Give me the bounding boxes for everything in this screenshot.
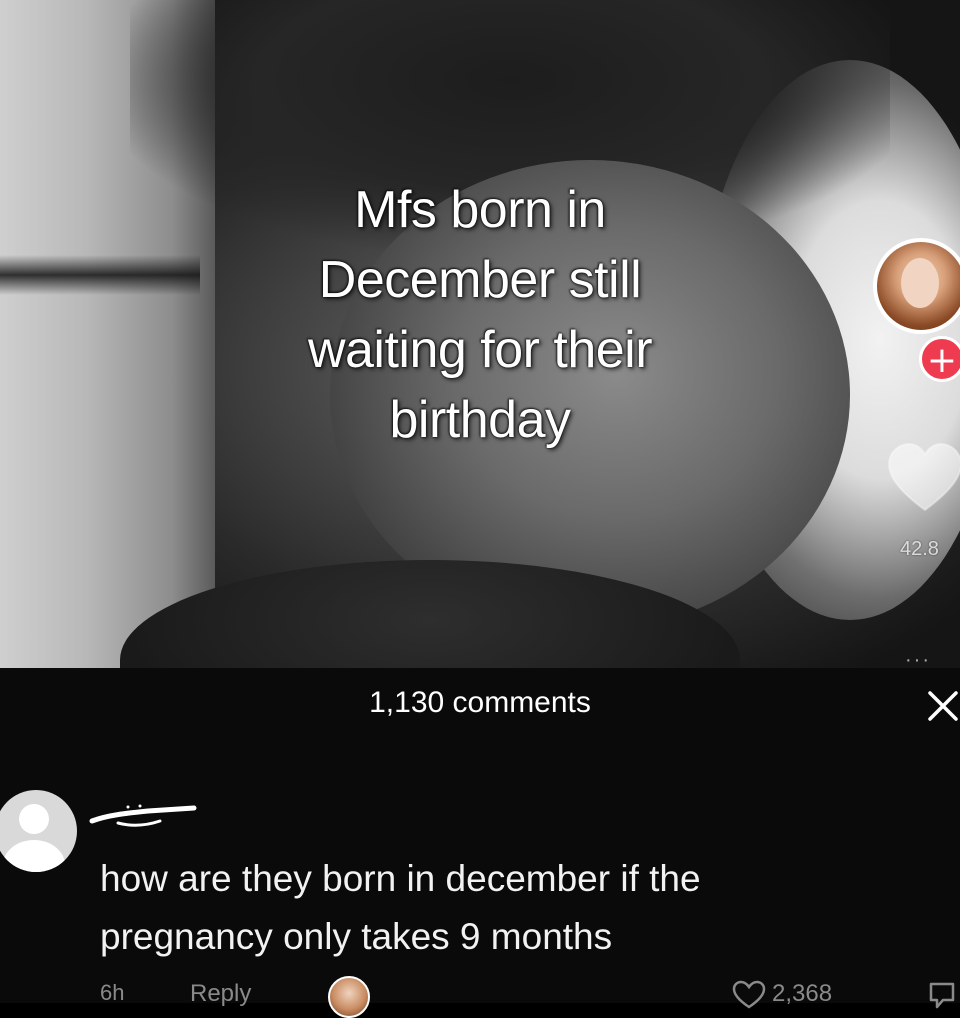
- reply-button[interactable]: Reply: [190, 980, 251, 1008]
- username-redacted: [89, 804, 197, 827]
- dislike-icon[interactable]: [925, 980, 959, 1010]
- heart-icon[interactable]: [885, 440, 960, 520]
- default-avatar-icon[interactable]: [0, 790, 77, 872]
- video-caption: Mfs born in December still waiting for t…: [200, 175, 760, 455]
- caption-line: Mfs born in: [354, 181, 606, 239]
- caption-line: birthday: [389, 391, 572, 449]
- caption-line: waiting for their: [307, 321, 653, 379]
- video-player[interactable]: Mfs born in December still waiting for t…: [0, 0, 960, 668]
- avatar-face: [901, 258, 939, 308]
- close-icon[interactable]: [924, 687, 960, 725]
- more-options-icon[interactable]: ···: [905, 650, 931, 668]
- comment-line: pregnancy only takes 9 months: [100, 916, 613, 957]
- comment-timestamp: 6h: [100, 980, 125, 1005]
- avatar-body-shape: [3, 840, 65, 872]
- caption-line: December still: [318, 251, 642, 309]
- comment-text: how are they born in december if the pre…: [100, 850, 880, 966]
- comment-like-icon[interactable]: [732, 980, 766, 1010]
- like-count: 42.8: [900, 538, 939, 560]
- plus-icon: +: [926, 340, 958, 381]
- comments-count-title: 1,130 comments: [369, 686, 591, 719]
- avatar-head-shape: [19, 804, 49, 834]
- creator-avatar[interactable]: [873, 238, 960, 334]
- comment-like-count: 2,368: [772, 980, 833, 1007]
- comments-panel: 1,130 comments how are they born in dece…: [0, 668, 960, 1018]
- follow-button[interactable]: +: [919, 336, 960, 382]
- background-shadow: [0, 255, 200, 295]
- comment-line: how are they born in december if the: [100, 858, 701, 899]
- creator-reply-avatar[interactable]: [328, 976, 370, 1018]
